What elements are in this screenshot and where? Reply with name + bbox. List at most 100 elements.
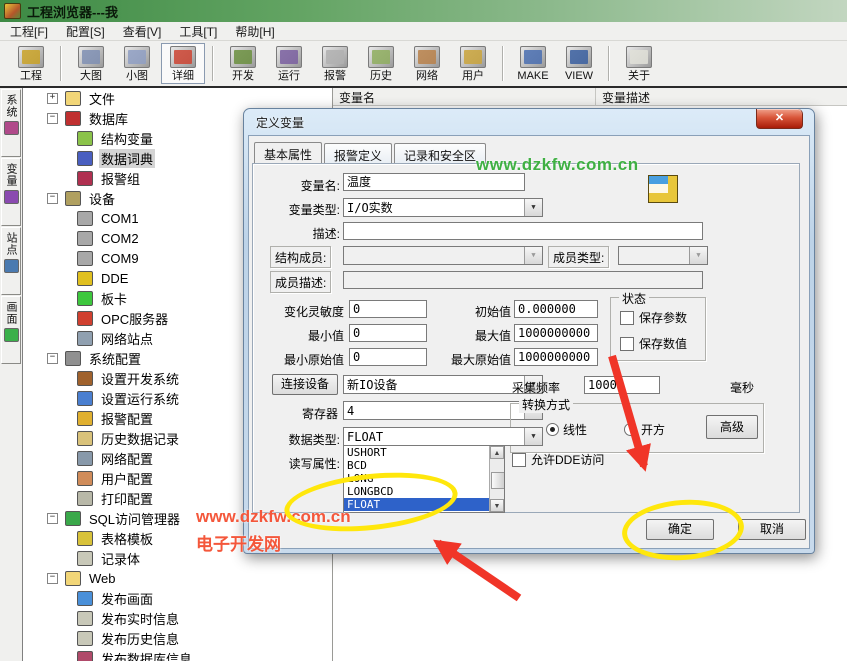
develop-button[interactable]: 开发 [221, 43, 265, 84]
tree-item-label: 发布实时信息 [99, 609, 181, 628]
tree-item-label: 数据词典 [99, 149, 155, 168]
side-tab-stations[interactable]: 站点 [1, 227, 21, 295]
network-button[interactable]: 网络 [405, 43, 449, 84]
view-button[interactable]: VIEW [557, 43, 601, 84]
connect-device-button[interactable]: 连接设备 [272, 374, 338, 395]
collapse-icon[interactable]: − [47, 193, 58, 204]
listbox-option-float[interactable]: FLOAT [344, 498, 489, 511]
menu-item-tools[interactable]: 工具[T] [179, 23, 217, 40]
tree-item-file[interactable]: +文件 [23, 88, 333, 108]
checkbox-icon[interactable] [620, 311, 634, 325]
alarm-button[interactable]: 报警 [313, 43, 357, 84]
menu-item-config[interactable]: 配置[S] [66, 23, 105, 40]
raw-min-input[interactable]: 0 [349, 348, 427, 366]
toolbar-button-label: 报警 [324, 70, 346, 82]
toolbar-button-label: 工程 [20, 70, 42, 82]
menu-item-help[interactable]: 帮助[H] [235, 23, 274, 40]
collapse-icon[interactable]: − [47, 113, 58, 124]
advanced-button[interactable]: 高级 [706, 415, 758, 439]
column-variable-desc[interactable]: 变量描述 [596, 88, 847, 105]
user-button[interactable]: 用户 [451, 43, 495, 84]
side-tab-variables[interactable]: 变量 [1, 158, 21, 226]
system-icon [4, 121, 19, 135]
struct-var-icon [77, 131, 93, 146]
linear-radio[interactable]: 线性 [546, 421, 587, 438]
radio-icon[interactable] [546, 423, 559, 436]
variable-type-combo[interactable]: I/O实数▼ [343, 198, 543, 217]
about-icon [626, 46, 652, 68]
description-input[interactable] [343, 222, 703, 240]
menu-bar: 工程[F] 配置[S] 查看[V] 工具[T] 帮助[H] [0, 22, 847, 41]
tree-item-publish-database[interactable]: 发布数据库信息 [23, 648, 333, 661]
tree-item-label: 结构变量 [99, 129, 155, 148]
column-variable-name[interactable]: 变量名 [333, 88, 596, 105]
raw-max-input[interactable]: 1000000000 [514, 348, 598, 366]
tree-item-label: 设备 [87, 189, 117, 208]
dialog-tab-基本属性[interactable]: 基本属性 [254, 142, 322, 163]
allow-dde-checkbox[interactable]: 允许DDE访问 [512, 451, 604, 468]
listbox-scrollbar[interactable]: ▲ ▼ [489, 446, 504, 512]
tree-item-publish-history[interactable]: 发布历史信息 [23, 628, 333, 648]
list-header: 变量名 变量描述 [333, 88, 847, 106]
checkbox-icon[interactable] [620, 337, 634, 351]
cancel-button[interactable]: 取消 [738, 519, 806, 540]
save-params-checkbox[interactable]: 保存参数 [620, 309, 687, 326]
tree-item-label: 历史数据记录 [99, 429, 181, 448]
sqrt-radio[interactable]: 开方 [624, 421, 665, 438]
close-icon[interactable]: ✕ [756, 109, 803, 129]
initial-value-input[interactable]: 0.000000 [514, 300, 598, 318]
large-icons-button[interactable]: 大图 [69, 43, 113, 84]
listbox-option-ushort[interactable]: USHORT [344, 446, 489, 459]
dialog-tab-记录和安全区[interactable]: 记录和安全区 [394, 143, 486, 164]
chevron-down-icon[interactable]: ▼ [524, 428, 542, 445]
min-value-input[interactable]: 0 [349, 324, 427, 342]
table-template-icon [77, 531, 93, 546]
tree-item-label: 表格模板 [99, 529, 155, 548]
checkbox-icon[interactable] [512, 453, 526, 467]
scroll-down-icon[interactable]: ▼ [490, 499, 504, 512]
tree-item-publish-screen[interactable]: 发布画面 [23, 588, 333, 608]
dialog-tab-报警定义[interactable]: 报警定义 [324, 143, 392, 164]
chevron-down-icon[interactable]: ▼ [524, 199, 542, 216]
listbox-option-long[interactable]: LONG [344, 472, 489, 485]
history-button[interactable]: 历史 [359, 43, 403, 84]
collapse-icon[interactable]: − [47, 353, 58, 364]
collapse-icon[interactable]: − [47, 513, 58, 524]
radio-icon[interactable] [624, 423, 637, 436]
collapse-icon[interactable]: − [47, 573, 58, 584]
tree-item-web[interactable]: −Web [23, 568, 333, 588]
expand-icon[interactable]: + [47, 93, 58, 104]
net-station-icon [77, 331, 93, 346]
variable-browse-icon[interactable] [648, 175, 678, 203]
ok-button[interactable]: 确定 [646, 519, 714, 540]
view-icon [566, 46, 592, 68]
scrollbar-thumb[interactable] [491, 472, 505, 489]
listbox-option-longbcd[interactable]: LONGBCD [344, 485, 489, 498]
datatype-combo[interactable]: FLOAT▼ [343, 427, 543, 446]
save-values-checkbox[interactable]: 保存数值 [620, 335, 687, 352]
initial-value-label: 初始值 [447, 303, 511, 320]
max-value-input[interactable]: 1000000000 [514, 324, 598, 342]
small-icons-button[interactable]: 小图 [115, 43, 159, 84]
details-button[interactable]: 详细 [161, 43, 205, 84]
tree-item-publish-realtime[interactable]: 发布实时信息 [23, 608, 333, 628]
menu-item-project[interactable]: 工程[F] [10, 23, 48, 40]
menu-item-view[interactable]: 查看[V] [123, 23, 162, 40]
side-tab-system[interactable]: 系统 [1, 89, 21, 157]
make-button[interactable]: MAKE [511, 43, 555, 84]
toolbar-separator [60, 46, 62, 81]
run-button[interactable]: 运行 [267, 43, 311, 84]
scroll-up-icon[interactable]: ▲ [490, 446, 504, 459]
toolbar-button-label: 运行 [278, 70, 300, 82]
collect-freq-input[interactable]: 1000 [584, 376, 660, 394]
variable-name-input[interactable]: 温度 [343, 173, 525, 191]
tree-item-label: 网络站点 [99, 329, 155, 348]
about-button[interactable]: 关于 [617, 43, 661, 84]
datatype-listbox[interactable]: ▲ ▼ USHORTBCDLONGLONGBCDFLOAT [343, 445, 505, 513]
project-button[interactable]: 工程 [9, 43, 53, 84]
sensitivity-input[interactable]: 0 [349, 300, 427, 318]
publish-database-icon [77, 651, 93, 661]
side-tab-screens[interactable]: 画面 [1, 296, 21, 364]
listbox-option-bcd[interactable]: BCD [344, 459, 489, 472]
side-tab-label: 变量 [3, 163, 19, 187]
